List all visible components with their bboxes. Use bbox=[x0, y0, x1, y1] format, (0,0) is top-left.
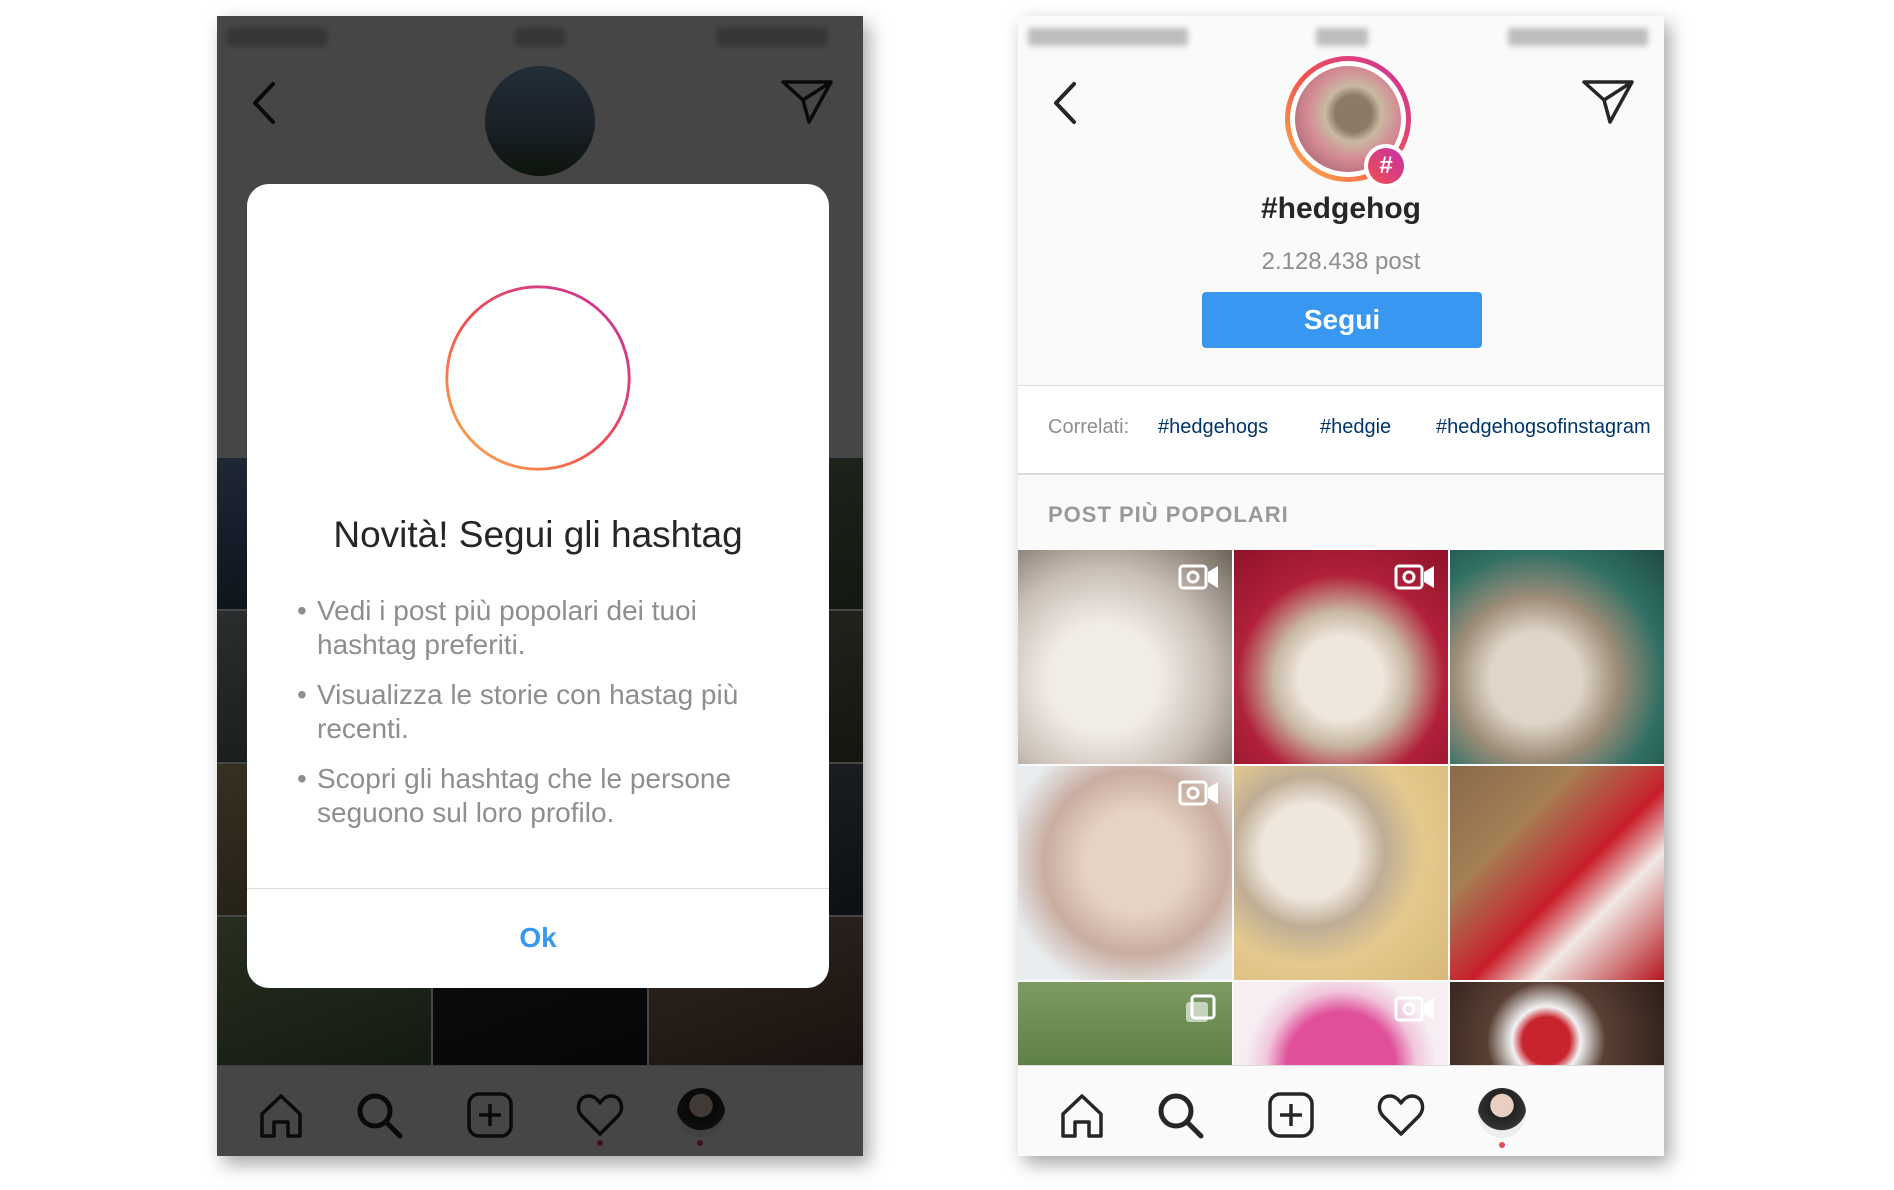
right-phone-screen: # #hedgehog 2.128.438 post Segui Correla… bbox=[1018, 16, 1664, 1156]
back-icon[interactable] bbox=[1046, 78, 1086, 128]
feature-item: Scopri gli hashtag che le persone seguon… bbox=[297, 762, 777, 830]
direct-send-icon[interactable] bbox=[1580, 76, 1636, 128]
status-bar bbox=[1018, 16, 1664, 56]
grid-tile[interactable] bbox=[1450, 550, 1664, 764]
related-hashtag[interactable]: #hedgehogs bbox=[1158, 416, 1268, 439]
section-title: POST PIÙ POPOLARI bbox=[1048, 502, 1289, 527]
tab-bar bbox=[1018, 1065, 1664, 1156]
grid-tile[interactable] bbox=[1018, 766, 1232, 980]
grid-tile[interactable] bbox=[1450, 766, 1664, 980]
video-icon bbox=[1394, 564, 1434, 590]
related-label: Correlati: bbox=[1048, 416, 1130, 438]
search-icon[interactable] bbox=[1153, 1088, 1207, 1142]
divider bbox=[247, 888, 829, 889]
grid-tile[interactable] bbox=[1234, 766, 1448, 980]
video-icon bbox=[1394, 996, 1434, 1022]
follow-hashtag-dialog: Novità! Segui gli hashtag Vedi i post pi… bbox=[247, 184, 829, 988]
grid-tile[interactable] bbox=[1450, 982, 1664, 1066]
heart-icon[interactable] bbox=[1374, 1088, 1428, 1142]
grid-tile[interactable] bbox=[1234, 550, 1448, 764]
home-icon[interactable] bbox=[1055, 1088, 1109, 1142]
video-icon bbox=[1178, 780, 1218, 806]
hashtag-badge: # bbox=[1364, 144, 1408, 188]
grid-tile[interactable] bbox=[1018, 550, 1232, 764]
top-posts-grid bbox=[1018, 550, 1664, 1066]
profile-notification-dot bbox=[1499, 1142, 1505, 1148]
feature-item: Vedi i post più popolari dei tuoi hashta… bbox=[297, 594, 777, 662]
profile-avatar-icon[interactable] bbox=[1478, 1088, 1526, 1138]
feature-item: Visualizza le storie con hastag più rece… bbox=[297, 678, 777, 746]
hashtag-title: #hedgehog bbox=[1260, 192, 1421, 225]
left-phone-screen: Novità! Segui gli hashtag Vedi i post pi… bbox=[217, 16, 863, 1156]
post-count: 2.128.438 post bbox=[1261, 248, 1421, 275]
carousel-icon bbox=[1186, 994, 1216, 1022]
hashtag-gradient-icon bbox=[445, 285, 631, 471]
dialog-title: Novità! Segui gli hashtag bbox=[333, 514, 743, 555]
divider bbox=[1018, 473, 1664, 475]
grid-tile[interactable] bbox=[1018, 982, 1232, 1066]
video-icon bbox=[1178, 564, 1218, 590]
related-hashtag[interactable]: #hedgie bbox=[1320, 416, 1391, 439]
new-post-icon[interactable] bbox=[1264, 1088, 1318, 1142]
grid-tile[interactable] bbox=[1234, 982, 1448, 1066]
follow-button[interactable]: Segui bbox=[1202, 292, 1482, 348]
ok-button[interactable]: Ok bbox=[247, 890, 829, 986]
feature-list: Vedi i post più popolari dei tuoi hashta… bbox=[297, 594, 777, 846]
related-hashtags-bar[interactable]: Correlati: #hedgehogs #hedgie #hedgehogs… bbox=[1018, 386, 1664, 474]
related-hashtag[interactable]: #hedgehogsofinstagram bbox=[1436, 416, 1651, 439]
